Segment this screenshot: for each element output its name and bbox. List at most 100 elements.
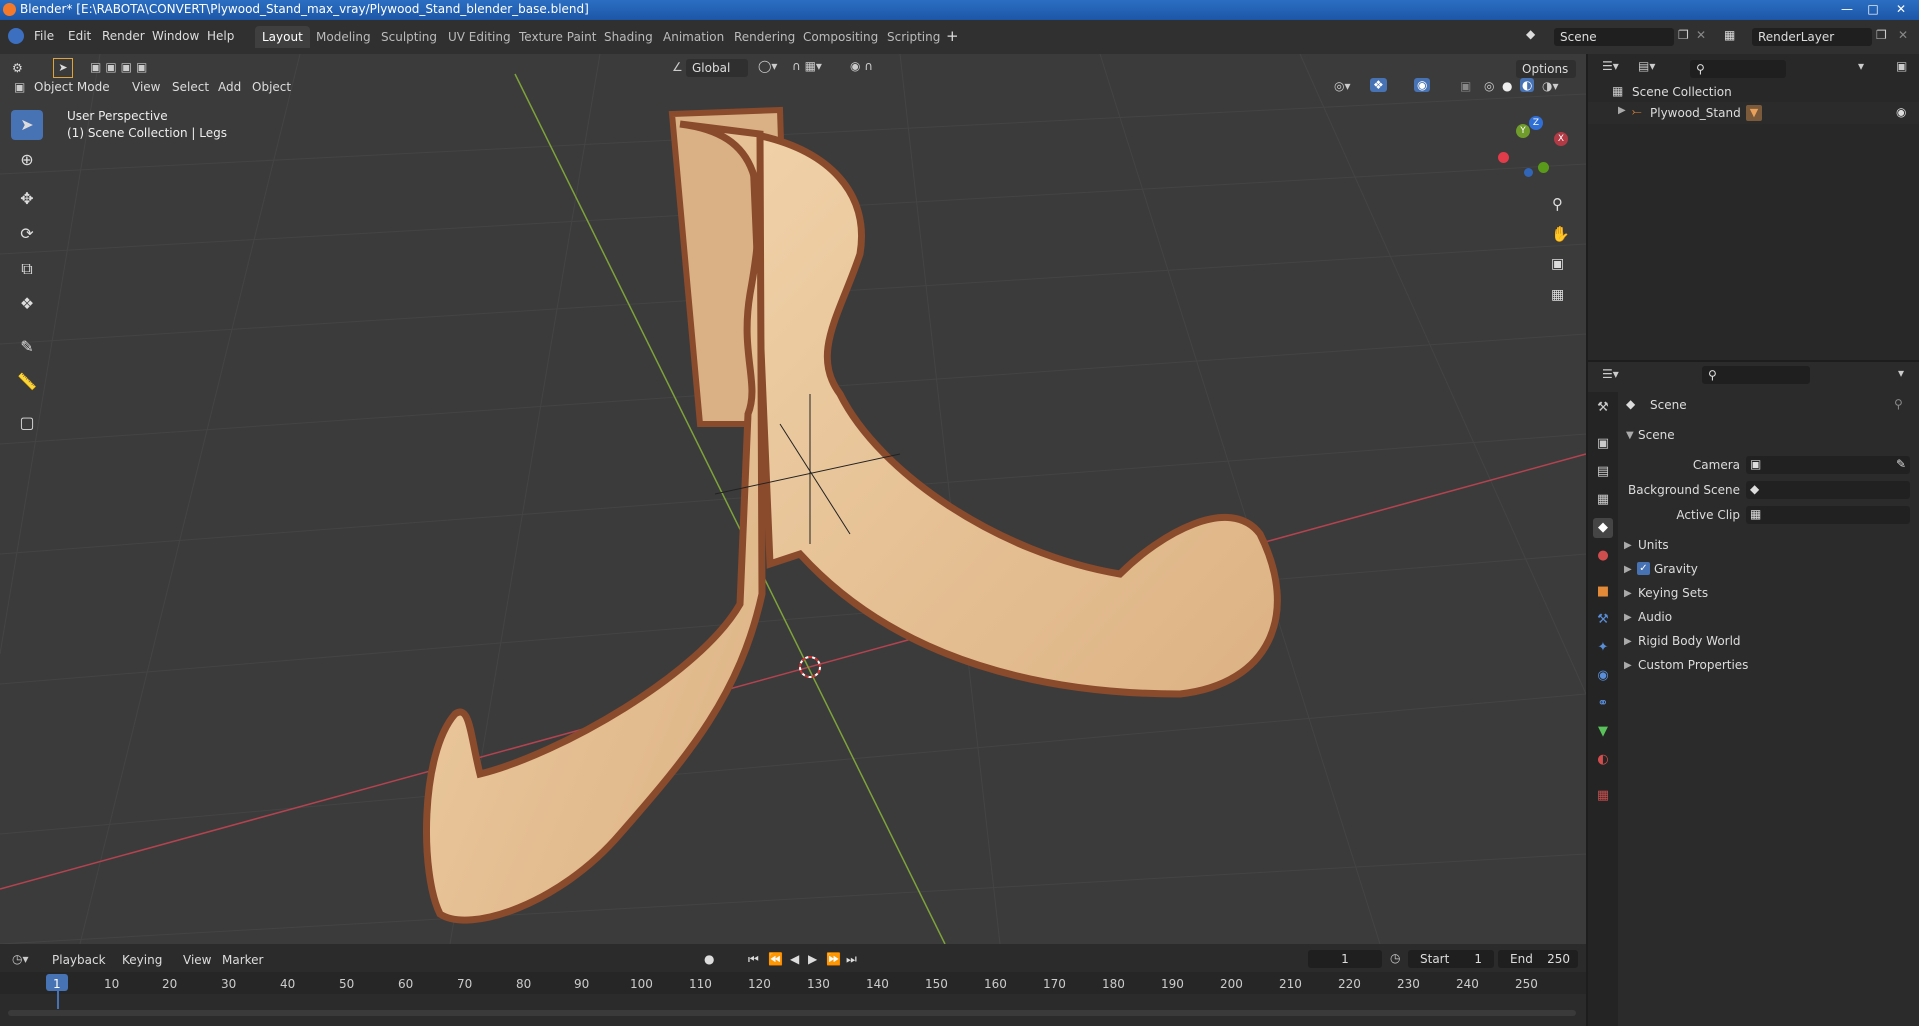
gizmo-y-axis[interactable]: Y (1516, 124, 1530, 138)
select-tool-icon[interactable]: ➤ (53, 58, 73, 78)
tab-rendering[interactable]: Rendering (727, 26, 802, 48)
selection-mode-icons[interactable]: ▣▣▣▣ (90, 60, 151, 74)
gizmo-x-axis[interactable]: X (1554, 132, 1568, 146)
keying-menu[interactable]: Keying (122, 953, 162, 967)
shading-wireframe-icon[interactable]: ◎ (1484, 79, 1494, 93)
tab-animation[interactable]: Animation (656, 26, 731, 48)
scene-panel-header[interactable]: Scene (1638, 428, 1675, 442)
editor-type-icon[interactable]: ⚙ (12, 61, 23, 75)
tool-add-cube[interactable]: ▢ (11, 408, 43, 438)
object-mode-dropdown[interactable]: Object Mode (34, 80, 110, 94)
gizmo-neg-x[interactable] (1498, 152, 1509, 163)
gravity-checkbox[interactable]: ✓ (1637, 562, 1650, 575)
scene-selector-icon[interactable]: ◆ (1526, 27, 1546, 45)
custom-props-arrow-icon[interactable]: ▶ (1624, 660, 1632, 671)
outliner-display-mode-icon[interactable]: ▤▾ (1638, 59, 1655, 73)
new-collection-icon[interactable]: ▣ (1896, 59, 1907, 73)
next-keyframe-icon[interactable]: ⏩ (826, 952, 841, 966)
subpanel-units[interactable]: Units (1638, 538, 1669, 552)
delete-scene-icon[interactable]: ✕ (1696, 28, 1706, 42)
overlay-toggle-icon[interactable]: ◉ (1414, 78, 1431, 92)
gizmo-neg-y[interactable] (1538, 162, 1549, 173)
tab-texture-paint[interactable]: Texture Paint (512, 26, 603, 48)
tab-scripting[interactable]: Scripting (880, 26, 947, 48)
menu-file[interactable]: File (34, 29, 54, 43)
rigid-body-arrow-icon[interactable]: ▶ (1624, 636, 1632, 647)
data-tab-icon[interactable]: ▼ (1593, 722, 1613, 742)
close-icon[interactable]: ✕ (1888, 0, 1914, 20)
active-clip-field[interactable]: ▦ (1746, 506, 1910, 524)
object-tab-icon[interactable]: ■ (1593, 582, 1613, 602)
particles-tab-icon[interactable]: ✦ (1593, 638, 1613, 658)
eye-visibility-icon[interactable]: ◉ (1896, 105, 1906, 119)
tool-scale[interactable]: ⧉ (11, 254, 43, 284)
tool-measure[interactable]: 📏 (11, 367, 43, 397)
options-dropdown[interactable]: Options (1516, 60, 1576, 78)
render-tab-icon[interactable]: ▣ (1593, 434, 1613, 454)
gravity-arrow-icon[interactable]: ▶ (1624, 564, 1632, 575)
texture-tab-icon[interactable]: ▦ (1593, 786, 1613, 806)
view-layer-field[interactable]: RenderLayer (1752, 28, 1872, 46)
pivot-point-icon[interactable]: ◯▾ (758, 59, 777, 73)
stopwatch-icon[interactable]: ◷ (1390, 951, 1400, 965)
snap-icon[interactable]: ∩ ▦▾ (792, 59, 822, 73)
pin-icon[interactable]: ⚲ (1894, 397, 1903, 411)
camera-view-icon[interactable]: ▣ (1551, 256, 1564, 272)
new-view-layer-icon[interactable]: ❐ (1876, 28, 1887, 42)
view-layer-icon[interactable]: ▦ (1724, 28, 1735, 42)
tab-modeling[interactable]: Modeling (309, 26, 378, 48)
minimize-icon[interactable]: — (1834, 0, 1860, 20)
camera-field[interactable]: ▣ ✎ (1746, 456, 1910, 474)
timeline-view-menu[interactable]: View (183, 953, 211, 967)
marker-menu[interactable]: Marker (222, 953, 263, 967)
view-layer-tab-icon[interactable]: ▦ (1593, 490, 1613, 510)
world-tab-icon[interactable]: ● (1593, 546, 1613, 566)
scene-collection-label[interactable]: Scene Collection (1632, 85, 1732, 99)
properties-search-input[interactable]: ⚲ (1702, 366, 1810, 384)
subpanel-rigid-body-world[interactable]: Rigid Body World (1638, 634, 1741, 648)
tool-move[interactable]: ✥ (11, 184, 43, 214)
navigation-gizmo[interactable]: Z Y X (1496, 116, 1576, 186)
output-tab-icon[interactable]: ▤ (1593, 462, 1613, 482)
gizmo-z-axis[interactable]: Z (1529, 116, 1543, 130)
modifier-tab-icon[interactable]: ⚒ (1593, 610, 1613, 630)
play-reverse-icon[interactable]: ◀ (790, 952, 799, 966)
timeline-editor-icon[interactable]: ◷▾ (12, 952, 29, 966)
new-scene-icon[interactable]: ❐ (1678, 28, 1689, 42)
menu-edit[interactable]: Edit (68, 29, 91, 43)
filter-icon[interactable]: ▾ (1858, 59, 1864, 73)
proportional-edit-icon[interactable]: ◉ ∩ (850, 59, 873, 73)
delete-view-layer-icon[interactable]: ✕ (1898, 28, 1908, 42)
shading-rendered-icon[interactable]: ◑▾ (1542, 79, 1559, 93)
jump-end-icon[interactable]: ⏭ (846, 952, 857, 967)
menu-help[interactable]: Help (207, 29, 234, 43)
physics-tab-icon[interactable]: ◉ (1593, 666, 1613, 686)
blender-menu-icon[interactable] (8, 28, 24, 44)
outliner-item-plywood-stand[interactable]: Plywood_Stand (1650, 106, 1741, 120)
start-frame-field[interactable]: Start 1 (1408, 950, 1494, 968)
jump-start-icon[interactable]: ⏮ (748, 952, 759, 967)
tab-uv-editing[interactable]: UV Editing (441, 26, 518, 48)
material-tab-icon[interactable]: ◐ (1593, 750, 1613, 770)
menu-add[interactable]: Add (218, 80, 241, 94)
subpanel-keying-sets[interactable]: Keying Sets (1638, 586, 1708, 600)
ortho-toggle-icon[interactable]: ▦ (1551, 287, 1564, 303)
transform-orientation-dropdown[interactable]: Global (686, 59, 748, 77)
outliner-search-input[interactable]: ⚲ (1690, 60, 1786, 78)
tool-transform[interactable]: ❖ (11, 289, 43, 319)
gizmo-neg-z[interactable] (1524, 168, 1533, 177)
tab-shading[interactable]: Shading (597, 26, 660, 48)
expand-arrow-icon[interactable]: ▶ (1618, 105, 1626, 116)
tab-layout[interactable]: Layout (255, 26, 310, 48)
timeline-scrollbar[interactable] (8, 1010, 1576, 1016)
shading-material-icon[interactable]: ◐ (1520, 78, 1535, 92)
menu-render[interactable]: Render (102, 29, 145, 43)
gizmo-toggle-icon[interactable]: ❖ (1370, 78, 1387, 92)
end-frame-field[interactable]: End 250 (1498, 950, 1578, 968)
subpanel-custom-properties[interactable]: Custom Properties (1638, 658, 1748, 672)
scene-tab-icon[interactable]: ◆ (1593, 518, 1613, 538)
play-icon[interactable]: ▶ (808, 952, 817, 966)
scene-panel-arrow-icon[interactable]: ▼ (1626, 430, 1634, 441)
tab-compositing[interactable]: Compositing (796, 26, 885, 48)
xray-icon[interactable]: ▣ (1460, 79, 1471, 93)
